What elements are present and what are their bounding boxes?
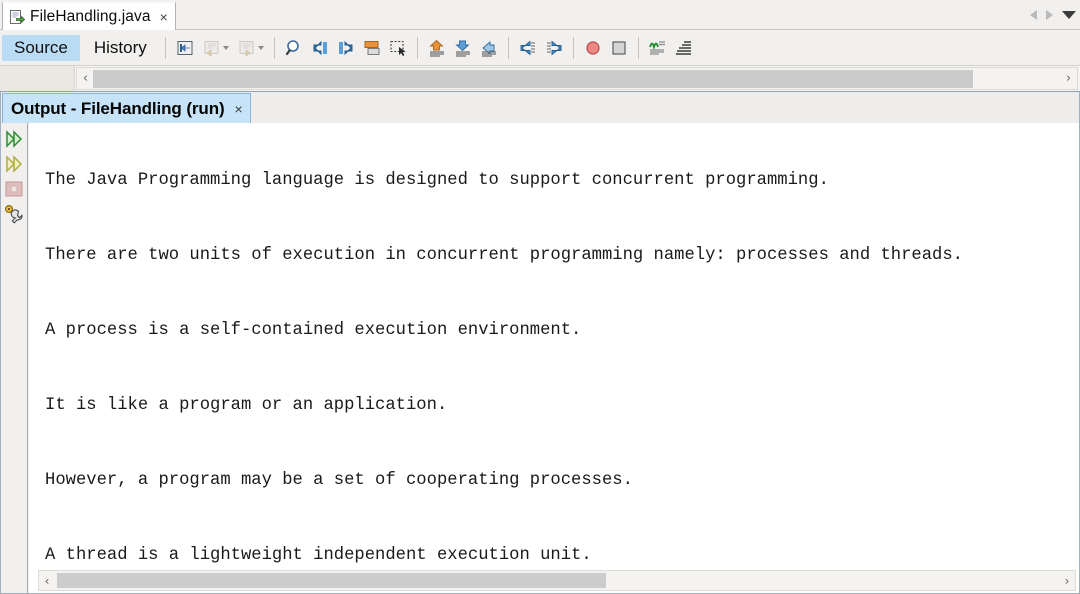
editor-tab-label: FileHandling.java: [30, 7, 151, 25]
output-lines: The Java Programming language is designe…: [45, 123, 1080, 594]
tab-source-label: Source: [14, 37, 68, 57]
netbeans-ide-window: FileHandling.java × Source History ‹ › O…: [0, 0, 1080, 594]
next-error-icon[interactable]: [544, 38, 564, 58]
output-line: A process is a self-contained execution …: [45, 321, 582, 340]
editor-tab-strip: FileHandling.java ×: [0, 0, 1080, 30]
forward-navigate-icon: [236, 38, 256, 58]
output-line: It is like a program or an application.: [45, 396, 448, 415]
stop-macro-recording-icon[interactable]: [583, 38, 603, 58]
scroll-right-icon[interactable]: ›: [1060, 68, 1077, 89]
toolbar-divider: [416, 36, 418, 59]
back-navigate-caret-icon: [222, 45, 229, 50]
tab-navigation-controls: [1030, 0, 1076, 30]
output-line: However, a program may be a set of coope…: [45, 471, 633, 490]
previous-error-icon[interactable]: [518, 38, 538, 58]
shift-line-left-icon[interactable]: [427, 38, 447, 58]
editor-tab-filehandling[interactable]: FileHandling.java ×: [2, 1, 176, 30]
last-edit-icon[interactable]: [175, 38, 195, 58]
start-macro-recording-icon[interactable]: [479, 38, 499, 58]
editor-gutter-corner: [0, 66, 75, 91]
back-navigate-icon: [201, 38, 221, 58]
output-tab-title: Output - FileHandling (run): [11, 98, 225, 118]
output-tab-filehandling-run[interactable]: Output - FileHandling (run) ×: [2, 93, 251, 123]
scroll-left-icon[interactable]: ‹: [39, 571, 55, 590]
output-line: There are two units of execution in conc…: [45, 246, 963, 265]
close-icon[interactable]: ×: [235, 102, 243, 116]
tab-list-dropdown-icon[interactable]: [1062, 11, 1076, 19]
tab-source[interactable]: Source: [2, 34, 80, 61]
output-line: A thread is a lightweight independent ex…: [45, 546, 592, 565]
forward-navigate-caret-icon: [257, 45, 264, 50]
scroll-right-icon[interactable]: ›: [1059, 571, 1075, 590]
output-scrollbar-thumb[interactable]: [57, 573, 606, 588]
editor-toolbar: Source History: [0, 30, 1080, 66]
previous-bookmark-icon[interactable]: [310, 38, 330, 58]
stop-icon: [3, 178, 25, 200]
toggle-indent-guides-icon[interactable]: [674, 38, 694, 58]
output-tab-row: Output - FileHandling (run) ×: [0, 92, 1080, 123]
tab-history[interactable]: History: [82, 35, 159, 61]
shift-line-right-icon[interactable]: [453, 38, 473, 58]
editor-scrollbar-row: ‹ ›: [0, 66, 1080, 92]
toolbar-divider: [164, 36, 166, 59]
toolbar-divider: [572, 36, 574, 59]
scroll-tabs-right-icon[interactable]: [1046, 10, 1053, 20]
next-bookmark-icon[interactable]: [336, 38, 356, 58]
scroll-left-icon[interactable]: ‹: [77, 68, 94, 89]
toggle-bookmark-icon[interactable]: [362, 38, 382, 58]
output-horizontal-scrollbar[interactable]: ‹ ›: [38, 570, 1076, 591]
rerun-icon[interactable]: [3, 128, 25, 150]
toolbar-divider: [507, 36, 509, 59]
tab-history-label: History: [93, 37, 147, 57]
output-sidebar-toolbar: [0, 123, 28, 594]
toolbar-divider: [637, 36, 639, 59]
output-line: The Java Programming language is designe…: [45, 171, 829, 190]
find-selection-icon[interactable]: [284, 38, 304, 58]
output-body: The Java Programming language is designe…: [0, 123, 1080, 594]
scroll-tabs-left-icon[interactable]: [1030, 10, 1037, 20]
output-text-area[interactable]: The Java Programming language is designe…: [29, 123, 1080, 594]
toggle-rectangular-selection-icon[interactable]: [388, 38, 408, 58]
close-icon[interactable]: ×: [160, 10, 168, 24]
output-window: Output - FileHandling (run) × The Java P…: [0, 92, 1080, 594]
java-file-icon: [9, 9, 26, 25]
editor-scrollbar-thumb[interactable]: [93, 70, 973, 88]
stop-button-icon[interactable]: [609, 38, 629, 58]
toolbar-divider: [273, 36, 275, 59]
rerun-alt-icon[interactable]: [3, 153, 25, 175]
output-scrollbar-row: ‹ ›: [29, 567, 1080, 594]
editor-horizontal-scrollbar[interactable]: ‹ ›: [76, 67, 1078, 90]
toggle-highlight-icon[interactable]: [648, 38, 668, 58]
output-settings-icon[interactable]: [3, 203, 25, 225]
